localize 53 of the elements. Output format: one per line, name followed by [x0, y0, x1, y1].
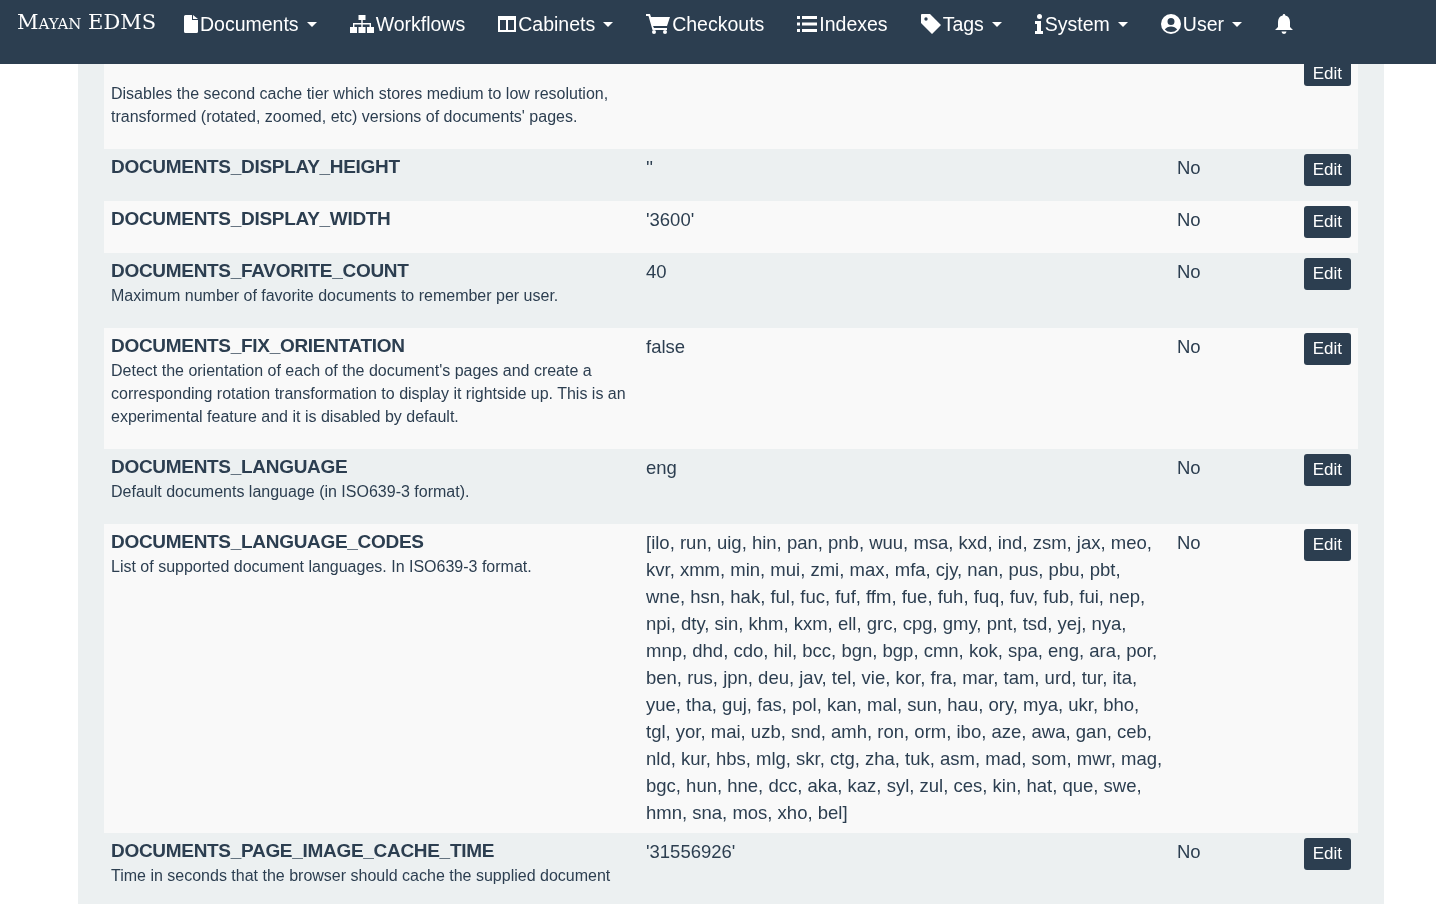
edit-button[interactable]: Edit — [1303, 154, 1351, 186]
setting-overridden: No — [1177, 261, 1201, 282]
setting-overridden: No — [1177, 457, 1201, 478]
cart-icon — [646, 14, 671, 34]
setting-value: [ilo, run, uig, hin, pan, pnb, wuu, msa, kxd, ind, zsm, jax, meo, kvr, xmm, min, mui, zmi, max, mfa, cjy, nan, pus, pbu, pbt, wne, hsn, hak, ful, fuc, fuf, ffm, fue, fuh, fuq, fuv, fub, fui, nep, npi, dty, sin, khm, kxm, ell, grc, cpg, gmy, pnt, tsd, yej, nya, mnp, dhd, cdo, hil, bcc, bgn, bgp, cmn, kok, spa, eng, ara, por, ben, rus, jpn, deu, jav, tel, vie, kor, fra, mar, tam, urd, tur, ita, yue, tha, guj, fas, pol, kan, mal, sun, hau, ory, mya, ukr, bho, tgl, yor, mai, uzb, snd, amh, ron, orm, ibo, aze, awa, gan, ceb, nld, kur, hbs, mlg, skr, ctg, zha, tuk, asm, mad, som, mwr, mag, bgc, hun, hne, dcc, aka, kaz, syl, zul, ces, kin, hat, que, swe, hmn, sna, mos, xho, bel] — [646, 532, 1163, 823]
setting-description: List of supported document languages. In ISO639-3 format. — [111, 557, 533, 577]
setting-value: eng — [646, 457, 677, 478]
edit-button[interactable]: Edit — [1303, 206, 1351, 238]
setting-name: DOCUMENTS_DISPLAY_WIDTH — [111, 207, 392, 231]
sitemap-icon — [349, 15, 374, 33]
edit-button[interactable]: Edit — [1303, 333, 1351, 365]
edit-button[interactable]: Edit — [1303, 838, 1351, 870]
info-icon — [1034, 14, 1043, 34]
nav-menu-item[interactable]: User — [1160, 0, 1261, 48]
edit-button[interactable]: Edit — [1303, 529, 1351, 561]
setting-description: Detect the orientation of each of the document's pages and create a corresponding rotation transformation to display it rightside up. This is an experimental feature and it is disabled by default. — [111, 361, 627, 427]
nav-menu-item[interactable]: Tags — [920, 0, 1021, 48]
setting-overridden: No — [1177, 336, 1201, 357]
document-icon — [184, 15, 198, 33]
bell-icon — [1275, 14, 1293, 34]
setting-description: Maximum number of favorite documents to remember per user. — [111, 286, 560, 306]
setting-value: '3600' — [646, 209, 695, 230]
edit-button[interactable]: Edit — [1303, 454, 1351, 486]
setting-description: Default documents language (in ISO639-3 format). — [111, 482, 471, 502]
setting-value: '' — [646, 157, 654, 178]
setting-name: DOCUMENTS_LANGUAGE_CODES — [111, 530, 425, 554]
setting-overridden: No — [1177, 157, 1201, 178]
columns-icon — [498, 16, 517, 32]
nav-menu-item[interactable]: Cabinets — [498, 0, 633, 48]
list-icon — [797, 16, 818, 32]
nav-menu-item[interactable]: Indexes — [797, 0, 907, 48]
edit-button[interactable]: Edit — [1303, 258, 1351, 290]
setting-name: DOCUMENTS_PAGE_IMAGE_CACHE_TIME — [111, 839, 496, 863]
setting-name: DOCUMENTS_LANGUAGE — [111, 455, 349, 479]
nav-menu-item[interactable]: Documents — [184, 0, 336, 48]
nav-menu-item[interactable]: System — [1034, 0, 1147, 48]
setting-name: DOCUMENTS_FIX_ORIENTATION — [111, 334, 406, 358]
user-icon — [1160, 14, 1181, 34]
setting-value: 40 — [646, 261, 667, 282]
setting-value: '31556926' — [646, 841, 736, 862]
setting-description: Disables the second cache tier which stores medium to low resolution, transformed (rotated, zoomed, etc) versions of documents' pages. — [111, 84, 610, 127]
nav-menu-item[interactable]: Workflows — [349, 0, 485, 48]
setting-overridden: No — [1177, 841, 1201, 862]
setting-overridden: No — [1177, 532, 1201, 553]
setting-overridden: No — [1177, 209, 1201, 230]
setting-value: false — [646, 336, 686, 357]
edit-button[interactable]: Edit — [1303, 64, 1351, 86]
setting-name: DOCUMENTS_DISPLAY_HEIGHT — [111, 155, 401, 179]
setting-description: Time in seconds that the browser should cache the supplied document — [111, 866, 612, 886]
brand-link[interactable]: Mayan EDMS — [0, 0, 167, 35]
setting-name: DOCUMENTS_FAVORITE_COUNT — [111, 259, 410, 283]
nav-menu-item[interactable]: Checkouts — [646, 0, 784, 48]
tag-icon — [920, 14, 941, 34]
